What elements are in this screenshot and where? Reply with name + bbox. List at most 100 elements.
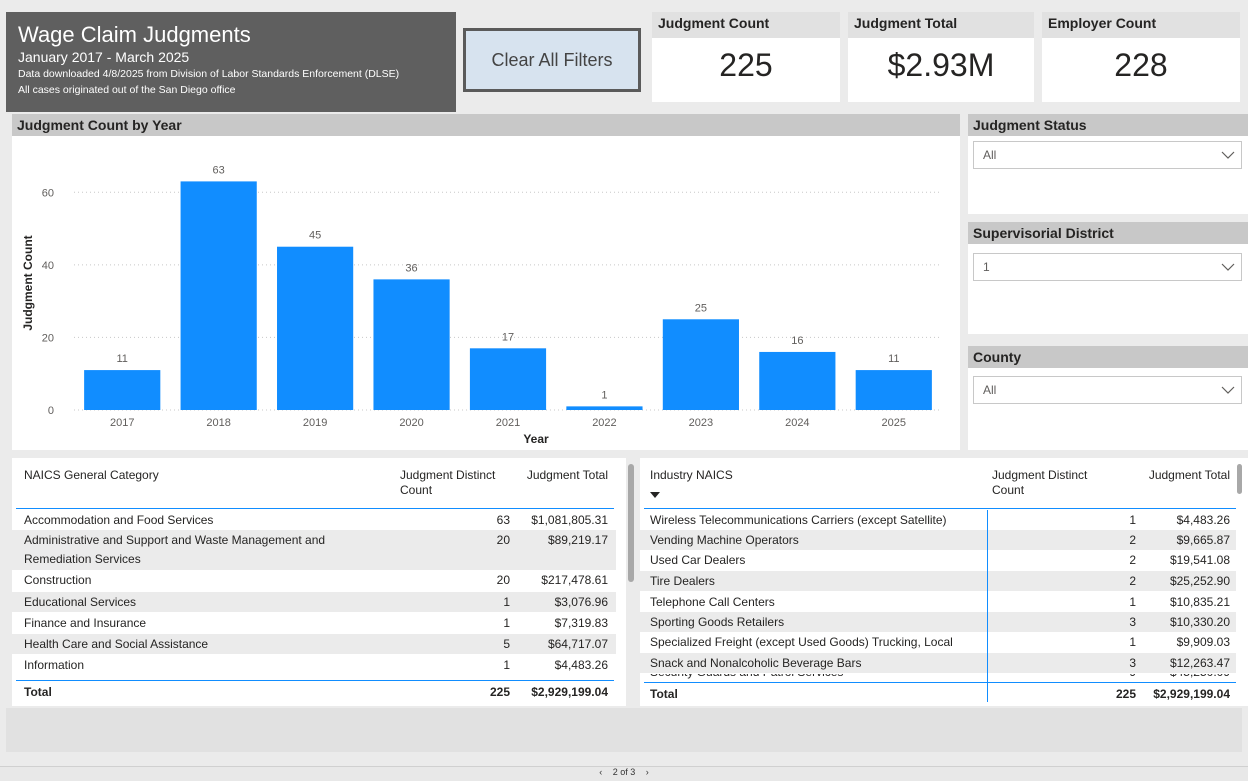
y-tick-label: 20 — [42, 332, 54, 344]
table-row[interactable]: Accommodation and Food Services 63 $1,08… — [12, 510, 616, 530]
x-tick-label: 2021 — [496, 417, 520, 429]
data-label: 17 — [502, 331, 514, 343]
y-tick-label: 40 — [42, 260, 54, 272]
kpi-judgment-count: Judgment Count 225 — [652, 12, 840, 102]
x-tick-label: 2024 — [785, 417, 809, 429]
table-row[interactable]: Snack and Nonalcoholic Beverage Bars 3 $… — [640, 653, 1236, 673]
table-row[interactable]: Construction 20 $217,478.61 — [12, 570, 616, 590]
naics-general-category-table: NAICS General Category Judgment Distinct… — [12, 458, 626, 706]
chart-header: Judgment Count by Year — [12, 114, 960, 136]
dropdown-value: All — [983, 148, 997, 162]
chevron-down-icon — [1221, 386, 1235, 394]
next-page-button[interactable]: › — [646, 767, 649, 777]
table-row[interactable]: Sporting Goods Retailers 3 $10,330.20 — [640, 612, 1236, 632]
x-tick-label: 2022 — [592, 417, 616, 429]
slicer-header-supervisorial-district: Supervisorial District — [968, 222, 1248, 244]
sort-descending-icon[interactable] — [650, 492, 660, 498]
dropdown-value: 1 — [983, 260, 990, 274]
y-axis-title: Judgment Count — [21, 235, 35, 330]
slicer-judgment-status: All — [968, 136, 1248, 214]
report-title: Wage Claim Judgments — [18, 22, 251, 47]
previous-page-button[interactable]: ‹ — [599, 767, 602, 777]
table-row[interactable]: Vending Machine Operators 2 $9,665.87 — [640, 530, 1236, 550]
y-tick-label: 0 — [48, 405, 54, 417]
slicer-supervisorial-district: 1 — [968, 244, 1248, 334]
x-tick-label: 2017 — [110, 417, 134, 429]
bar-2022 — [566, 406, 643, 410]
judgment-count-by-year-chart[interactable]: 0 20 40 60 Judgment Count 11 2017 63 2018 45 2019 3… — [12, 136, 960, 450]
data-label: 1 — [601, 389, 607, 401]
data-label: 25 — [695, 302, 707, 314]
table-row[interactable]: Information 1 $4,483.26 — [12, 655, 616, 675]
chevron-down-icon — [1221, 263, 1235, 271]
x-tick-label: 2025 — [882, 417, 906, 429]
kpi-label: Judgment Total — [848, 12, 1034, 38]
industry-naics-table: Industry NAICS Judgment Distinct Count J… — [640, 458, 1248, 706]
slicer-header-judgment-status: Judgment Status — [968, 114, 1248, 136]
header-divider — [644, 508, 1236, 509]
supervisorial-district-dropdown[interactable]: 1 — [973, 253, 1242, 281]
table-row[interactable]: Health Care and Social Assistance 5 $64,… — [12, 634, 616, 654]
clear-all-filters-button[interactable]: Clear All Filters — [463, 28, 641, 92]
table-row[interactable]: Wireless Telecommunications Carriers (ex… — [640, 510, 1236, 530]
x-tick-label: 2018 — [206, 417, 230, 429]
page-navigator: ‹ 2 of 3 › — [0, 767, 1248, 777]
report-footer-area — [6, 708, 1242, 752]
date-range: January 2017 - March 2025 — [18, 49, 190, 65]
table-row[interactable]: Finance and Insurance 1 $7,319.83 — [12, 613, 616, 633]
slicer-header-county: County — [968, 346, 1248, 368]
x-tick-label: 2019 — [303, 417, 327, 429]
data-label: 63 — [213, 164, 225, 176]
data-label: 11 — [117, 353, 128, 365]
table-row[interactable]: Educational Services 1 $3,076.96 — [12, 592, 616, 612]
slicer-county: All — [968, 368, 1248, 450]
bar-2024 — [759, 351, 836, 410]
bar-2023 — [662, 319, 739, 410]
county-dropdown[interactable]: All — [973, 376, 1242, 404]
table-total-row: Total 225 $2,929,199.04 — [24, 685, 608, 699]
report-title-card: Wage Claim Judgments January 2017 - Marc… — [6, 12, 456, 112]
column-header-industry-naics[interactable]: Industry NAICS — [650, 468, 733, 483]
data-source-note: Data downloaded 4/8/2025 from Division o… — [18, 68, 400, 80]
bar-chart-svg: 0 20 40 60 Judgment Count 11 2017 63 2018 45 2019 3… — [21, 164, 942, 446]
kpi-value: $2.93M — [887, 47, 995, 83]
data-label: 11 — [888, 353, 899, 365]
column-header-distinct-count[interactable]: Judgment Distinct Count — [992, 468, 1108, 498]
kpi-value: 225 — [719, 47, 773, 83]
x-tick-label: 2023 — [689, 417, 713, 429]
total-divider — [16, 680, 614, 681]
bar-2025 — [855, 370, 932, 410]
table-row[interactable]: Telephone Call Centers 1 $10,835.21 — [640, 592, 1236, 612]
kpi-judgment-total: Judgment Total $2.93M — [848, 12, 1034, 102]
y-tick-label: 60 — [42, 187, 54, 199]
dropdown-value: All — [983, 383, 997, 397]
table-row[interactable]: Security Guards and Patrol Services 9 $4… — [640, 674, 1236, 682]
naics-table-scrollbar[interactable] — [628, 464, 634, 582]
column-header-judgment-total[interactable]: Judgment Total — [518, 468, 608, 483]
chevron-down-icon — [1221, 151, 1235, 159]
bar-2021 — [469, 348, 547, 410]
table-row[interactable]: Tire Dealers 2 $25,252.90 — [640, 571, 1236, 591]
data-label: 16 — [791, 335, 803, 347]
kpi-label: Employer Count — [1042, 12, 1240, 38]
data-label: 36 — [405, 262, 417, 274]
column-header-naics-category[interactable]: NAICS General Category — [24, 468, 159, 483]
bar-2020 — [373, 279, 450, 410]
table-scrollbar[interactable] — [1237, 464, 1242, 494]
column-header-judgment-total[interactable]: Judgment Total — [1120, 468, 1230, 483]
table-row[interactable]: Specialized Freight (except Used Goods) … — [640, 632, 1236, 652]
kpi-value: 228 — [1114, 47, 1168, 83]
kpi-label: Judgment Count — [652, 12, 840, 38]
data-label: 45 — [309, 230, 321, 242]
x-axis-title: Year — [523, 432, 549, 446]
bar-2017 — [84, 370, 161, 410]
column-resize-divider[interactable] — [987, 510, 988, 702]
page-indicator: 2 of 3 — [612, 767, 636, 777]
header-divider — [16, 508, 614, 509]
table-row[interactable]: Used Car Dealers 2 $19,541.08 — [640, 550, 1236, 570]
judgment-status-dropdown[interactable]: All — [973, 141, 1242, 169]
table-row[interactable]: Administrative and Support and Waste Man… — [12, 530, 616, 570]
x-tick-label: 2020 — [399, 417, 423, 429]
table-total-row: Total 225 $2,929,199.04 — [650, 687, 1230, 701]
column-header-distinct-count[interactable]: Judgment Distinct Count — [400, 468, 516, 498]
